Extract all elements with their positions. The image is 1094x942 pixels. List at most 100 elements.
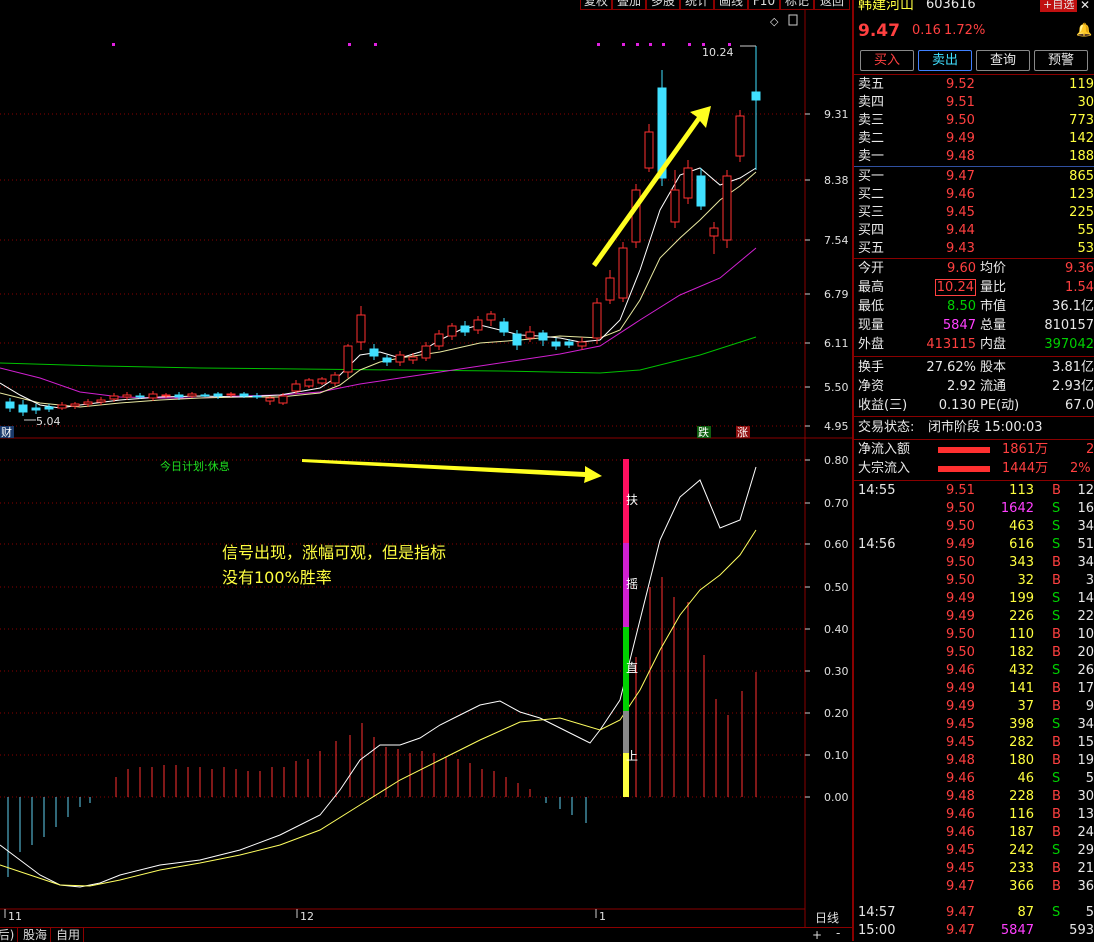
tick-count: 5 [1085, 905, 1094, 920]
candle-down [5, 401, 15, 409]
kline-chart[interactable]: ◇ 9.31 8.38 7.54 6.79 6.11 5.50 4.95 10.24 5.0… [0, 10, 852, 928]
tick-row: 9.45 282 B 15 [854, 734, 1094, 752]
toolbar-button-overlay[interactable]: 叠加 [612, 0, 646, 10]
zhang-tag: 涨 [737, 426, 748, 439]
bid-volume: 225 [1069, 205, 1094, 220]
date-label-11: 11 [8, 910, 22, 923]
quote-panel: 韩建河山 603616 +自选 ✕ 9.47 0.16 1.72% 🔔 买入 卖… [852, 0, 1094, 941]
tick-count: 34 [1077, 519, 1094, 534]
signal-label-yao: 摇 [626, 577, 638, 591]
tick-volume: 46 [1017, 771, 1034, 786]
bid-row[interactable]: 买四 9.44 55 [854, 222, 1094, 240]
toolbar-button-draw[interactable]: 画线 [714, 0, 748, 10]
candle-up [735, 115, 745, 157]
candle-down [696, 175, 706, 207]
tick-side: S [1052, 609, 1061, 624]
stat-shares-v: 3.81亿 [1052, 360, 1094, 375]
net-flow-bar [938, 447, 990, 453]
ask-row[interactable]: 卖三 9.50 773 [854, 112, 1094, 130]
stat-open-v: 9.60 [947, 261, 976, 276]
candle-up [265, 397, 275, 402]
buy-button[interactable]: 买入 [860, 50, 914, 71]
close-icon[interactable]: ✕ [1080, 0, 1090, 14]
tick-volume: 228 [1009, 789, 1034, 804]
ask-price: 9.49 [946, 131, 975, 146]
bell-icon[interactable]: 🔔 [1076, 22, 1092, 40]
price-tick-label: 7.54 [824, 234, 849, 247]
stat-float-v: 2.93亿 [1052, 379, 1094, 394]
stats-row: 现量 5847 总量 810157 [854, 317, 1094, 335]
tick-price: 9.47 [946, 923, 975, 938]
tick-price: 9.49 [946, 609, 975, 624]
toolbar-button-multi[interactable]: 多股 [646, 0, 680, 10]
stat-outer-v: 413115 [926, 337, 976, 352]
divider [854, 74, 1094, 75]
period-label[interactable]: 日线 [815, 911, 839, 925]
alert-button[interactable]: 预警 [1034, 50, 1088, 71]
tick-price: 9.45 [946, 843, 975, 858]
tab-after[interactable]: (后) [0, 928, 19, 942]
ask-row[interactable]: 卖一 9.48 188 [854, 148, 1094, 166]
candle-up [304, 379, 314, 387]
tick-row: 9.46 432 S 26 [854, 662, 1094, 680]
tick-side: B [1052, 879, 1061, 894]
toolbar-button-stats[interactable]: 统计 [680, 0, 714, 10]
ask-row[interactable]: 卖五 9.52 119 [854, 76, 1094, 94]
indicator-tick-label: 0.10 [824, 749, 849, 762]
stat-low-v: 8.50 [947, 299, 976, 314]
tick-volume: 463 [1009, 519, 1034, 534]
query-button[interactable]: 查询 [976, 50, 1030, 71]
price-tick-label: 9.31 [824, 108, 849, 121]
ask-level-label: 卖三 [858, 113, 885, 128]
price-tick-label: 4.95 [824, 420, 849, 433]
add-watch-button[interactable]: +自选 [1040, 0, 1078, 12]
bid-row[interactable]: 买二 9.46 123 [854, 186, 1094, 204]
diamond-icon[interactable]: ◇ [770, 15, 779, 28]
tick-price: 9.51 [946, 483, 975, 498]
plan-text: 今日计划:休息 [160, 459, 230, 473]
toolbar-button-mark[interactable]: 标记 [780, 0, 814, 10]
candle-down [239, 393, 249, 397]
candle-down [382, 357, 392, 363]
tick-side: B [1052, 861, 1061, 876]
bid-row[interactable]: 买五 9.43 53 [854, 240, 1094, 258]
tab-ziyong[interactable]: 自用 [53, 928, 85, 942]
candle-up [525, 331, 535, 339]
tick-price: 9.45 [946, 861, 975, 876]
tick-row: 14:57 9.47 87 S 5 [854, 904, 1094, 922]
candle-down [135, 395, 145, 398]
tick-price: 9.50 [946, 573, 975, 588]
price-tick-label: 6.79 [824, 288, 849, 301]
toolbar-button-f10[interactable]: F10 [748, 0, 780, 10]
tick-side: S [1052, 501, 1061, 516]
indicator-grid [0, 459, 805, 798]
bid-row[interactable]: 买一 9.47 865 [854, 168, 1094, 186]
bid-row[interactable]: 买三 9.45 225 [854, 204, 1094, 222]
tick-volume: 366 [1009, 879, 1034, 894]
tick-side: B [1052, 681, 1061, 696]
trade-status-label: 交易状态: [858, 420, 915, 435]
ask-row[interactable]: 卖四 9.51 30 [854, 94, 1094, 112]
ask-row[interactable]: 卖二 9.49 142 [854, 130, 1094, 148]
candle-down [252, 395, 262, 398]
divider [854, 416, 1094, 417]
tick-side: S [1052, 519, 1061, 534]
zoom-in-icon[interactable]: + [812, 928, 822, 942]
panel-toggle-icon[interactable] [788, 14, 798, 26]
tick-count: 20 [1077, 645, 1094, 660]
tick-count: 14 [1077, 591, 1094, 606]
tick-volume: 233 [1009, 861, 1034, 876]
zoom-out-icon[interactable]: - [836, 926, 840, 940]
bid-volume: 53 [1077, 241, 1094, 256]
toolbar-button-back[interactable]: 返回 [814, 0, 850, 10]
tick-count: 36 [1077, 879, 1094, 894]
indicator-tick-label: 0.60 [824, 538, 849, 551]
sell-button[interactable]: 卖出 [918, 50, 972, 71]
tab-guhai[interactable]: 股海 [20, 928, 52, 942]
tick-side: B [1052, 573, 1061, 588]
stat-volratio-v: 1.54 [1065, 280, 1094, 295]
toolbar-button-adjust[interactable]: 复权 [580, 0, 612, 10]
candle-up [291, 383, 301, 392]
tick-count: 29 [1077, 843, 1094, 858]
tick-price: 9.48 [946, 753, 975, 768]
